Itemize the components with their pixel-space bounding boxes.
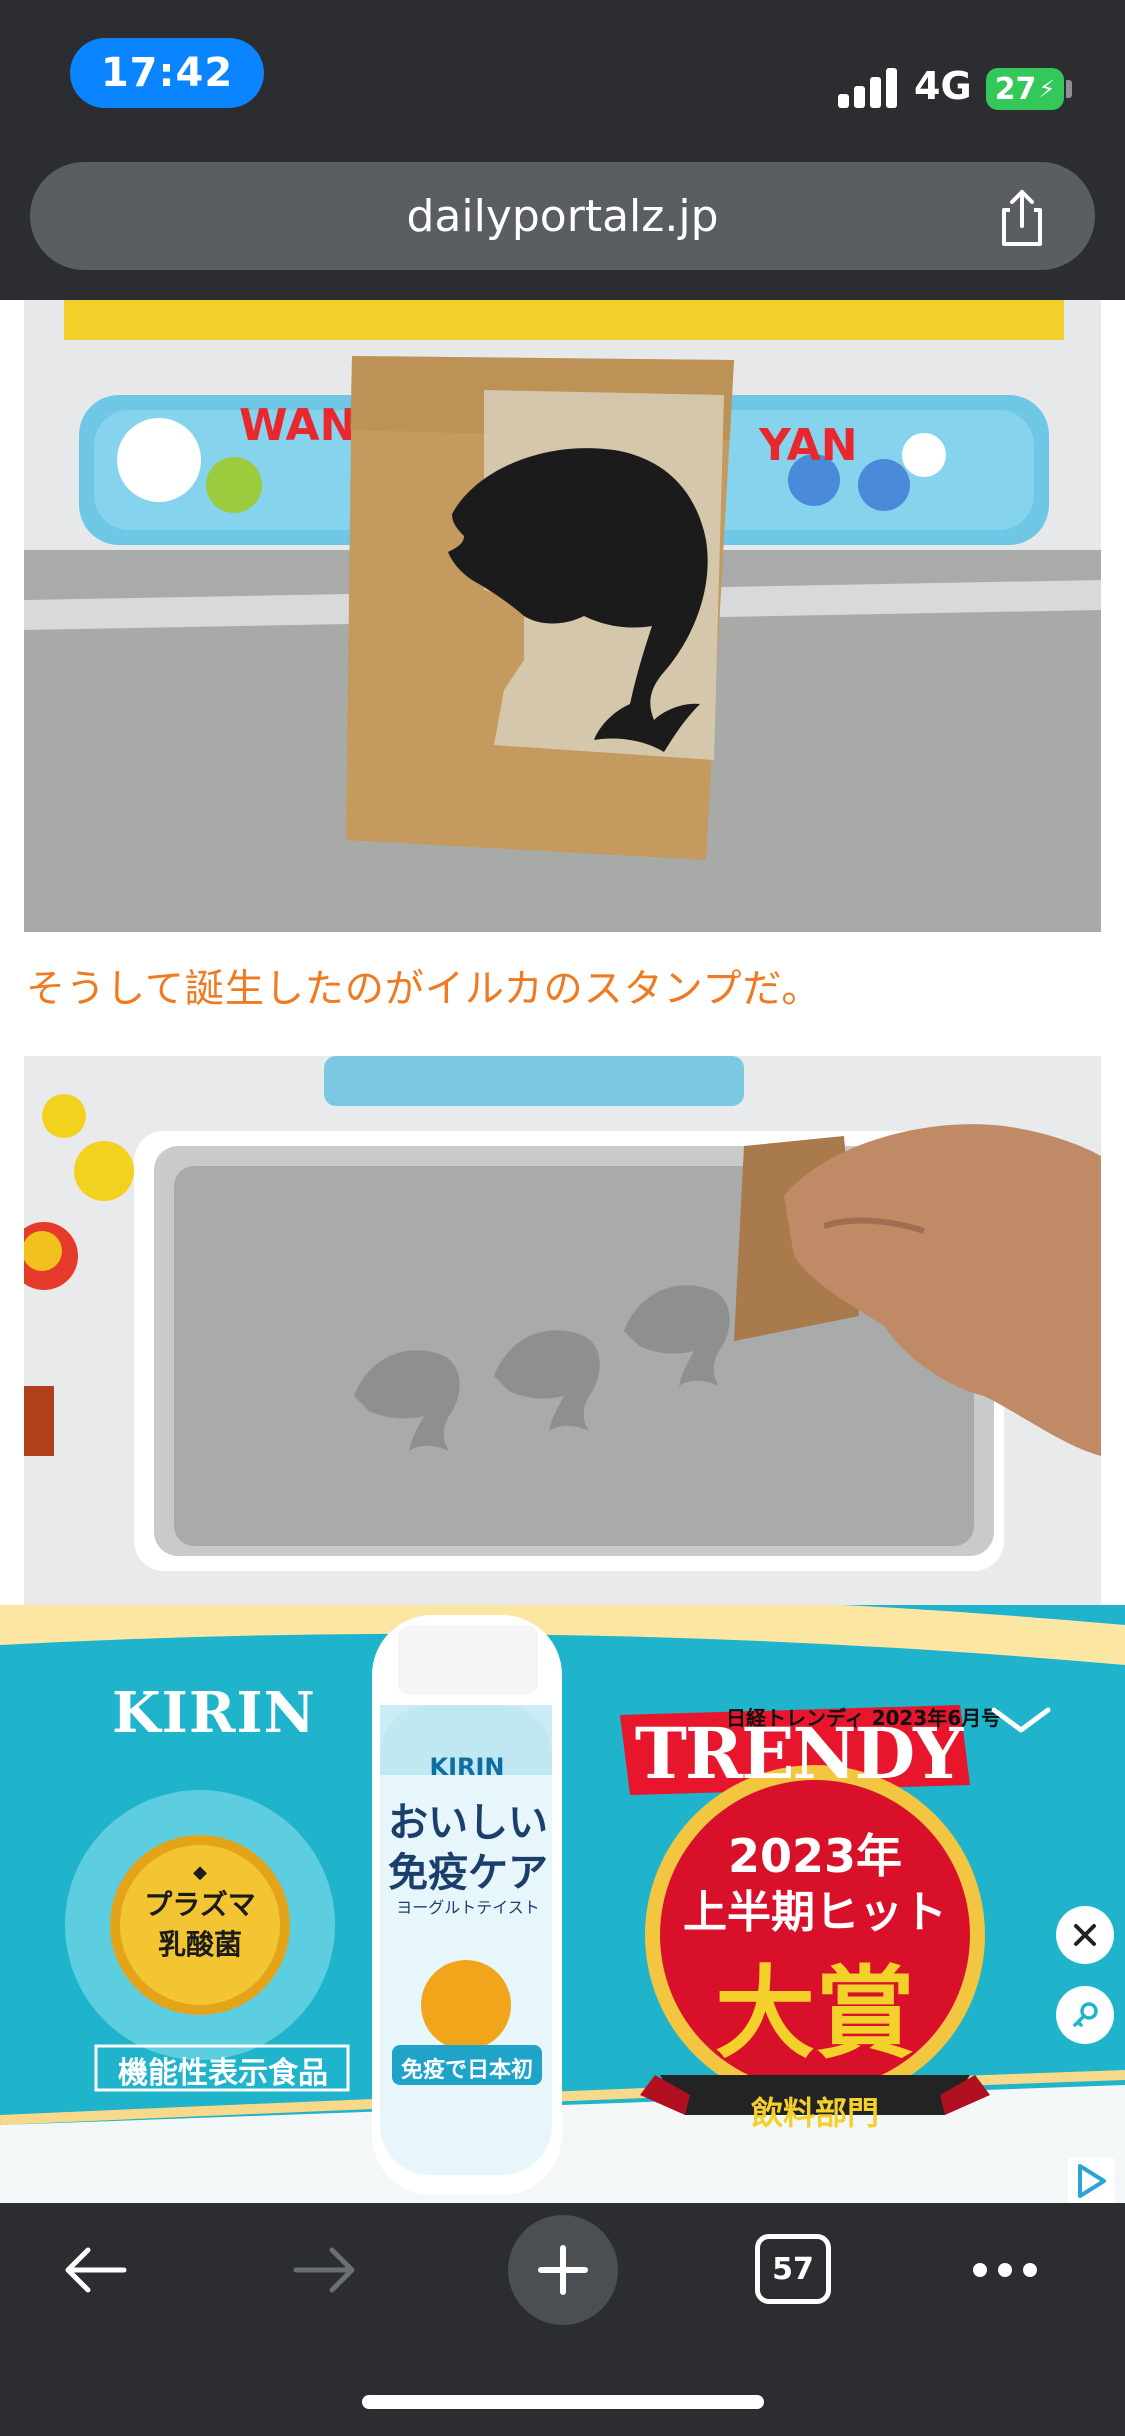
network-type: 4G bbox=[914, 64, 972, 108]
dolphin-stamp-photo: WAN YAN bbox=[24, 300, 1101, 932]
tabs-button[interactable]: 57 bbox=[755, 2234, 831, 2304]
battery-level: 27 bbox=[994, 71, 1037, 107]
battery-cap bbox=[1066, 80, 1072, 98]
photo-caption: そうして誕生したのがイルカのスタンプだ。 bbox=[26, 967, 822, 1012]
screen: 17:42 4G 27 ⚡ dailyportalz.jp WAN YAN そう… bbox=[0, 0, 1125, 2436]
ad-badge-line1: プラズマ bbox=[144, 1888, 256, 1921]
bottle-subtitle: ヨーグルトテイスト bbox=[396, 1898, 540, 1917]
bottle-brand: KIRIN bbox=[429, 1753, 505, 1781]
more-dots-icon bbox=[973, 2263, 1037, 2277]
more-menu-button[interactable] bbox=[960, 2230, 1050, 2310]
home-indicator[interactable] bbox=[362, 2395, 764, 2409]
new-tab-button[interactable] bbox=[508, 2215, 618, 2325]
bottle-title-2: 免疫ケア bbox=[388, 1850, 548, 1896]
ad-brand-logo: KIRIN bbox=[112, 1680, 316, 1746]
award-category: 飲料部門 bbox=[750, 2094, 879, 2132]
svg-text:YAN: YAN bbox=[758, 420, 858, 471]
ad-badge-line2: 乳酸菌 bbox=[157, 1928, 242, 1961]
plus-icon bbox=[538, 2245, 588, 2295]
url-text[interactable]: dailyportalz.jp bbox=[30, 162, 1095, 270]
close-icon bbox=[1074, 1924, 1096, 1946]
ad-close-button[interactable] bbox=[1056, 1906, 1114, 1964]
arrow-left-icon bbox=[65, 2247, 127, 2293]
award-title: 大賞 bbox=[715, 1955, 915, 2072]
cellular-signal-icon bbox=[838, 66, 900, 108]
back-button[interactable] bbox=[50, 2230, 140, 2310]
ad-info-icon bbox=[1073, 2002, 1098, 2027]
ad-collapse-chevron-icon[interactable] bbox=[988, 1700, 1054, 1740]
bottle-claim: 免疫で日本初 bbox=[400, 2058, 533, 2083]
charging-bolt-icon: ⚡ bbox=[1038, 75, 1056, 103]
ad-badge: ◆ プラズマ 乳酸菌 bbox=[116, 1862, 284, 1963]
arrow-right-icon bbox=[293, 2247, 355, 2293]
address-bar[interactable]: dailyportalz.jp bbox=[30, 162, 1095, 270]
share-icon[interactable] bbox=[990, 186, 1054, 250]
status-time: 17:42 bbox=[70, 38, 264, 108]
ad-info-button[interactable] bbox=[1056, 1986, 1114, 2044]
stamping-photo bbox=[24, 1056, 1101, 1616]
forward-button[interactable] bbox=[280, 2230, 370, 2310]
adchoices-icon[interactable] bbox=[1068, 2158, 1114, 2204]
award-period: 上半期ヒット bbox=[683, 1887, 947, 1938]
ad-functional-label: 機能性表示食品 bbox=[118, 2056, 328, 2091]
battery-indicator: 27 ⚡ bbox=[986, 68, 1064, 110]
svg-text:WAN: WAN bbox=[239, 400, 356, 451]
magazine-name: TRENDY bbox=[634, 1712, 963, 1795]
